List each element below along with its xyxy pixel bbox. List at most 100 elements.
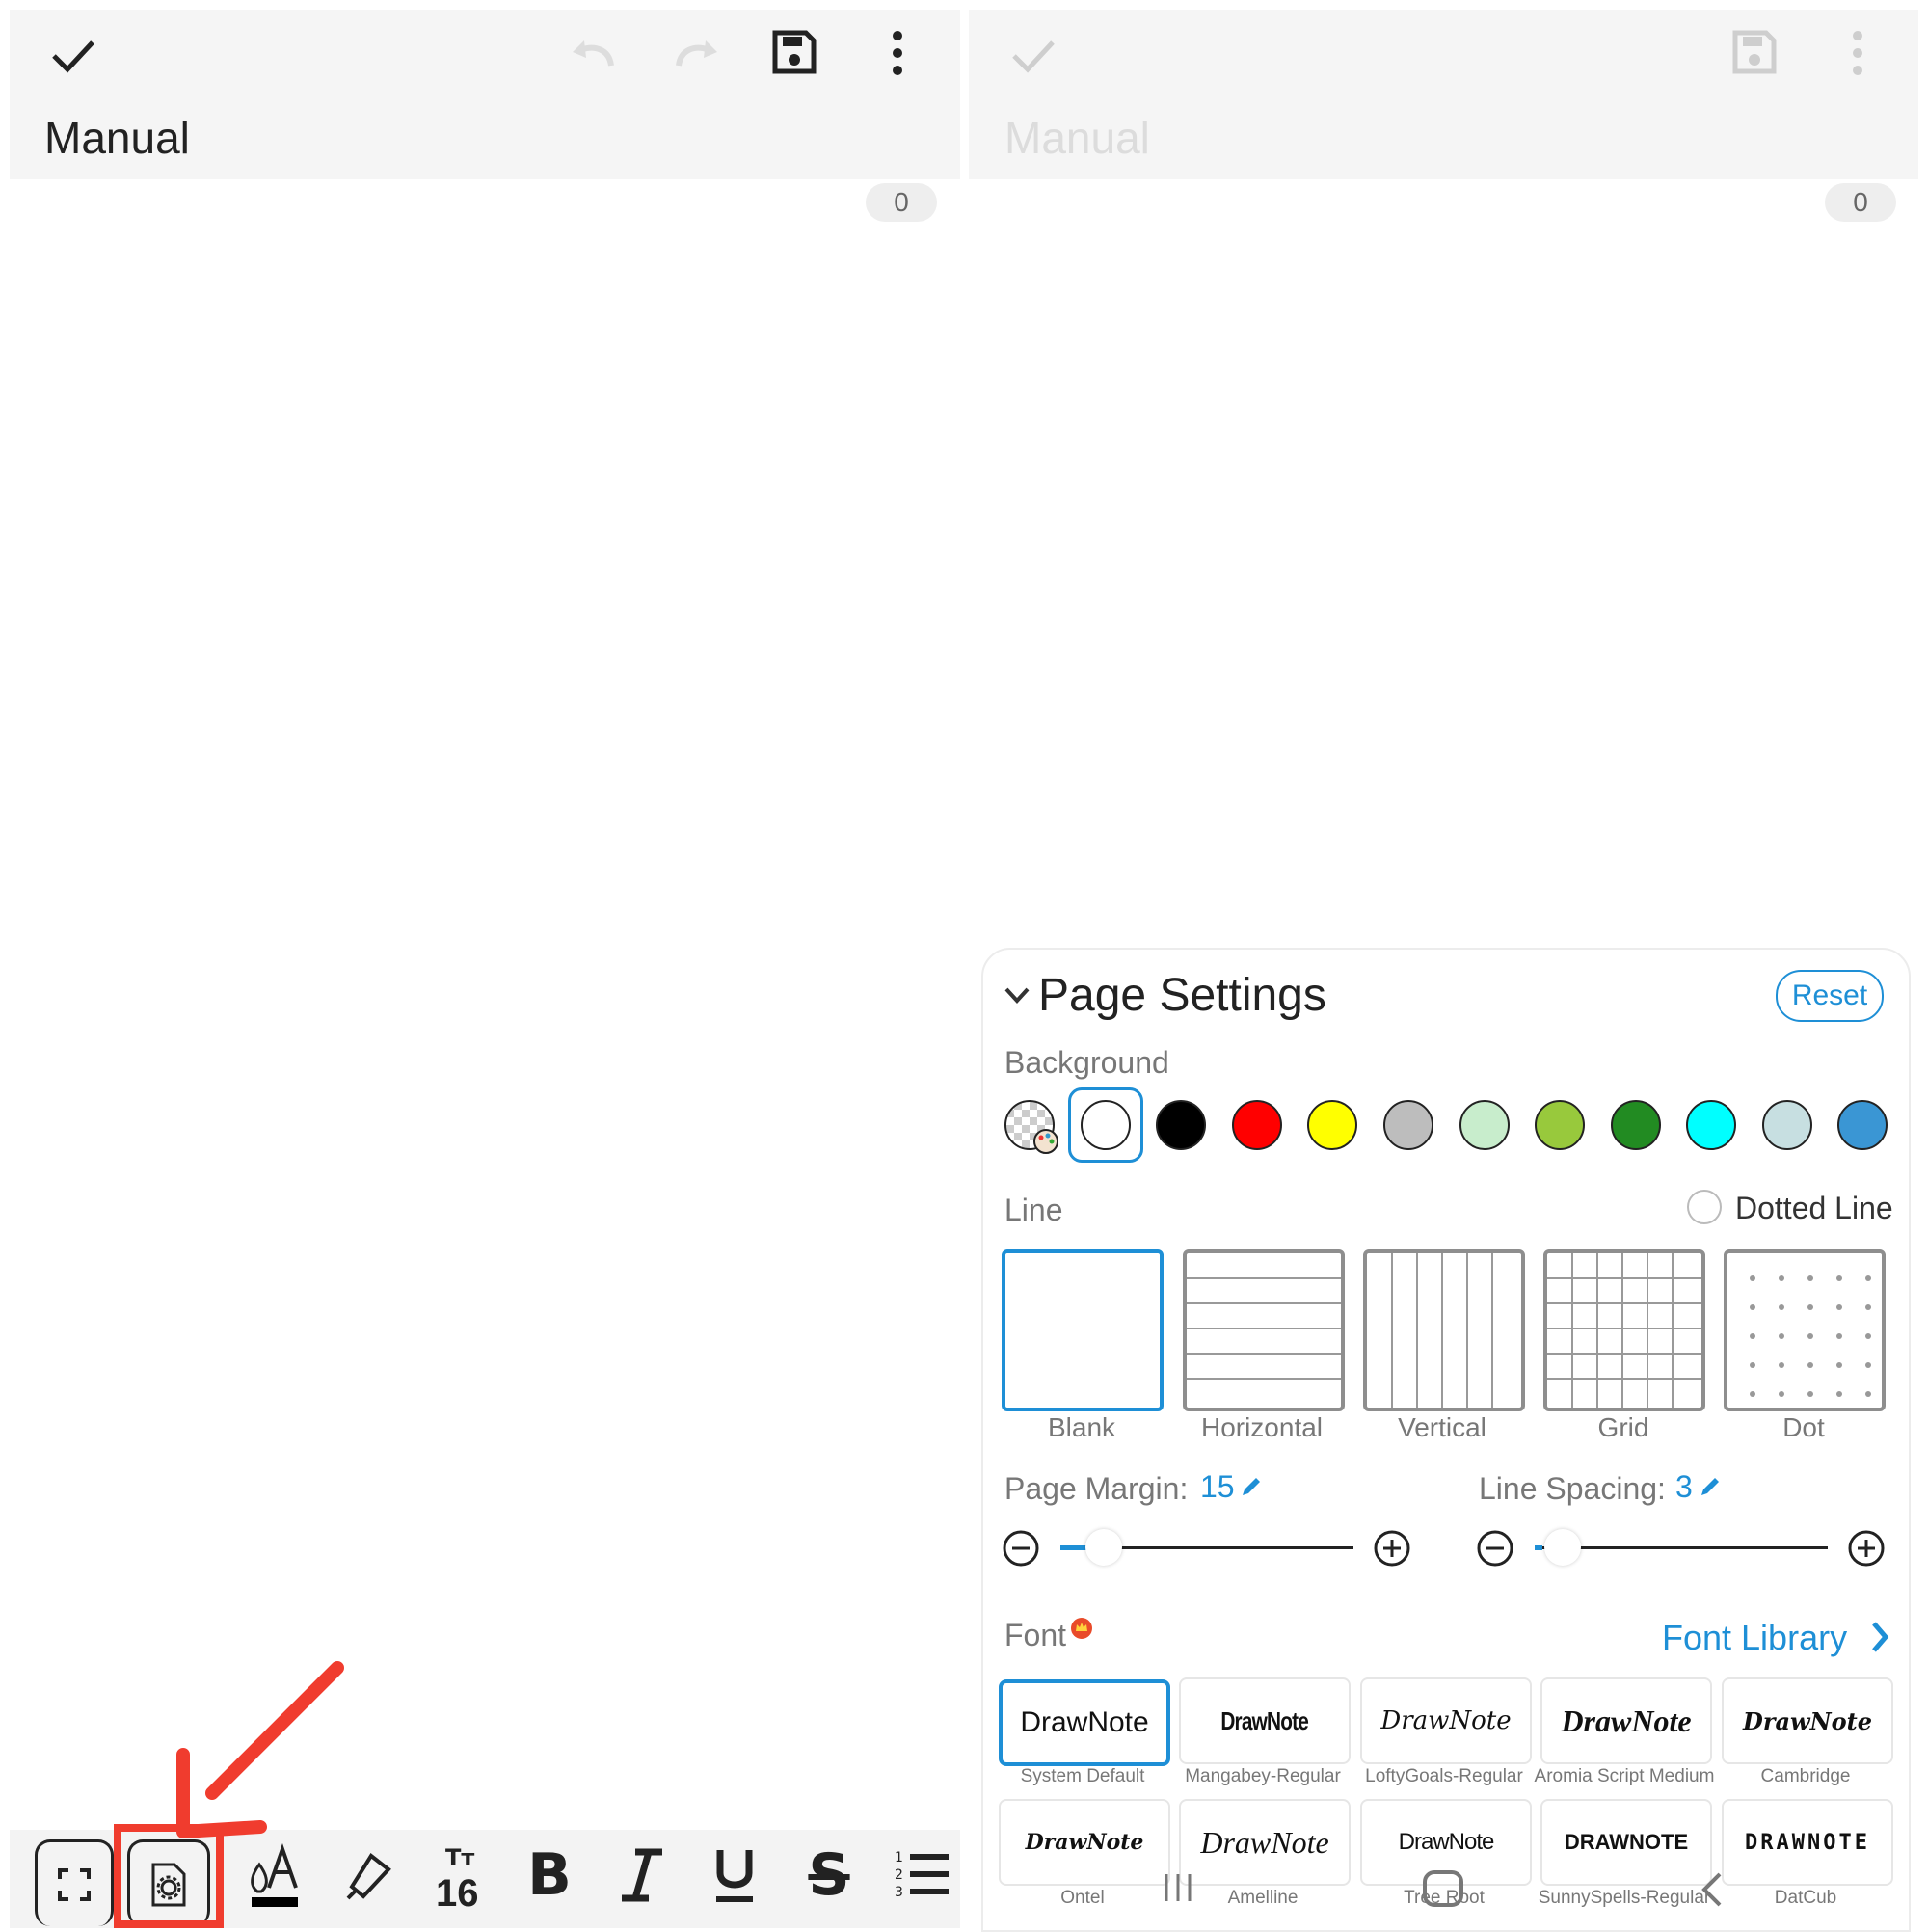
background-swatch-light-blue-gray[interactable]: [1762, 1100, 1812, 1150]
collapse-panel-button[interactable]: [1003, 983, 1031, 1008]
font-card-aromia-script[interactable]: DrawNote: [1540, 1677, 1712, 1764]
bold-icon: B: [527, 1841, 572, 1909]
line-option-blank[interactable]: [1002, 1249, 1164, 1411]
background-swatch-yellow[interactable]: [1307, 1100, 1357, 1150]
line-option-dot[interactable]: [1724, 1249, 1886, 1411]
font-sample: DrawNote: [1398, 1829, 1495, 1855]
nav-home-button[interactable]: [1423, 1870, 1463, 1907]
chevron-down-icon: [1004, 987, 1030, 1004]
font-card-loftygoals[interactable]: DrawNote: [1360, 1677, 1532, 1764]
svg-text:Tт: Tт: [445, 1844, 474, 1871]
background-swatch-cyan[interactable]: [1686, 1100, 1736, 1150]
svg-text:2: 2: [895, 1867, 903, 1883]
font-size-button[interactable]: Tт 16: [418, 1832, 499, 1919]
dotted-line-checkbox[interactable]: [1687, 1190, 1722, 1224]
right-more-button[interactable]: [1847, 29, 1868, 77]
left-editor-area[interactable]: [10, 231, 960, 1822]
custom-background-button[interactable]: [1004, 1100, 1058, 1154]
text-color-button[interactable]: [234, 1832, 315, 1919]
font-label: Font: [1004, 1618, 1067, 1652]
font-card-cambridge[interactable]: DrawNote: [1722, 1677, 1893, 1764]
line-option-vertical[interactable]: [1363, 1249, 1525, 1411]
line-label: Line: [1004, 1193, 1063, 1227]
font-card-system-default[interactable]: DrawNote: [999, 1679, 1170, 1766]
page-margin-edit-button[interactable]: [1240, 1475, 1263, 1498]
dotted-line-label[interactable]: Dotted Line: [1735, 1191, 1893, 1226]
line-spacing-increase-button[interactable]: [1847, 1529, 1886, 1568]
nav-recent-apps-button[interactable]: [1161, 1870, 1195, 1905]
numbered-list-button[interactable]: 1 2 3: [881, 1832, 962, 1919]
font-card-amelline[interactable]: DrawNote: [1179, 1799, 1351, 1886]
check-icon: [1012, 40, 1055, 73]
plus-circle-icon: [1848, 1530, 1885, 1567]
background-label: Background: [1004, 1045, 1169, 1080]
save-icon: [1732, 30, 1777, 74]
vertical-lines-icon: [1391, 1253, 1493, 1408]
font-name: Amelline: [1227, 1888, 1299, 1908]
left-confirm-button[interactable]: [46, 29, 98, 81]
font-sample: DrawNote: [1380, 1706, 1512, 1735]
line-spacing-value[interactable]: 3: [1675, 1469, 1693, 1505]
background-swatch-light-green[interactable]: [1459, 1100, 1510, 1150]
background-swatch-gray[interactable]: [1383, 1100, 1433, 1150]
left-undo-button[interactable]: [567, 33, 621, 75]
underline-button[interactable]: [694, 1832, 775, 1919]
page-margin-slider[interactable]: [1060, 1529, 1353, 1568]
fullscreen-icon: [58, 1867, 91, 1901]
fullscreen-button[interactable]: [35, 1839, 114, 1926]
slider-thumb[interactable]: [1544, 1529, 1581, 1566]
underline-icon: [716, 1850, 753, 1902]
nav-back-button[interactable]: [1697, 1870, 1726, 1909]
font-name: Aromia Script Medium: [1534, 1766, 1715, 1786]
font-name: Mangabey-Regular: [1185, 1766, 1341, 1786]
font-sample: DrawNote: [1743, 1706, 1872, 1735]
recent-apps-icon: [1165, 1874, 1192, 1901]
left-save-button[interactable]: [771, 29, 817, 75]
line-spacing-decrease-button[interactable]: [1476, 1529, 1514, 1568]
line-option-label: Grid: [1597, 1412, 1649, 1442]
palette-icon: [1033, 1129, 1058, 1154]
font-library-chevron[interactable]: [1868, 1620, 1891, 1654]
font-card-sunnyspells[interactable]: DRAWNOTE: [1540, 1799, 1712, 1886]
slider-thumb[interactable]: [1085, 1529, 1122, 1566]
highlighter-icon: [346, 1853, 391, 1900]
bold-button[interactable]: B: [509, 1832, 590, 1919]
panel-title: Page Settings: [1038, 970, 1326, 1021]
right-save-button[interactable]: [1731, 29, 1778, 75]
dot-grid-icon: [1750, 1275, 1871, 1397]
background-swatch-blue[interactable]: [1837, 1100, 1888, 1150]
strikethrough-button[interactable]: S: [789, 1832, 870, 1919]
font-sample: DrawNote: [1020, 1706, 1149, 1738]
line-spacing-edit-button[interactable]: [1699, 1475, 1722, 1498]
right-confirm-button[interactable]: [1006, 29, 1058, 81]
highlighter-button[interactable]: [329, 1832, 410, 1919]
font-card-ontel[interactable]: DrawNote: [999, 1799, 1170, 1886]
font-name: SunnySpells-Regular: [1538, 1888, 1711, 1908]
background-swatch-black[interactable]: [1156, 1100, 1206, 1150]
redo-icon: [676, 40, 717, 67]
reset-button[interactable]: Reset: [1776, 970, 1884, 1022]
line-option-label: Blank: [1047, 1412, 1116, 1442]
right-note-title: Manual: [1004, 113, 1150, 163]
left-note-title[interactable]: Manual: [44, 112, 190, 164]
page-margin-decrease-button[interactable]: [1002, 1529, 1040, 1568]
italic-button[interactable]: [602, 1832, 683, 1919]
background-swatch-white[interactable]: [1081, 1100, 1131, 1150]
font-card-mangabey[interactable]: DrawNote: [1179, 1677, 1351, 1764]
background-swatch-lime[interactable]: [1535, 1100, 1585, 1150]
pencil-icon: [1243, 1478, 1260, 1495]
page-margin-increase-button[interactable]: [1373, 1529, 1411, 1568]
page-margin-value[interactable]: 15: [1200, 1469, 1235, 1505]
left-more-button[interactable]: [887, 29, 908, 77]
font-library-link[interactable]: Font Library: [1662, 1618, 1847, 1658]
background-swatch-red[interactable]: [1232, 1100, 1282, 1150]
chevron-right-icon: [1872, 1622, 1889, 1652]
line-spacing-slider[interactable]: [1535, 1529, 1828, 1568]
line-option-horizontal[interactable]: [1183, 1249, 1345, 1411]
grid-lines-icon: [1547, 1253, 1701, 1408]
background-swatch-green[interactable]: [1611, 1100, 1661, 1150]
font-card-datcub[interactable]: DRAWNOTE: [1722, 1799, 1893, 1886]
undo-icon: [573, 40, 614, 67]
left-redo-button[interactable]: [669, 33, 723, 75]
line-option-grid[interactable]: [1543, 1249, 1705, 1411]
